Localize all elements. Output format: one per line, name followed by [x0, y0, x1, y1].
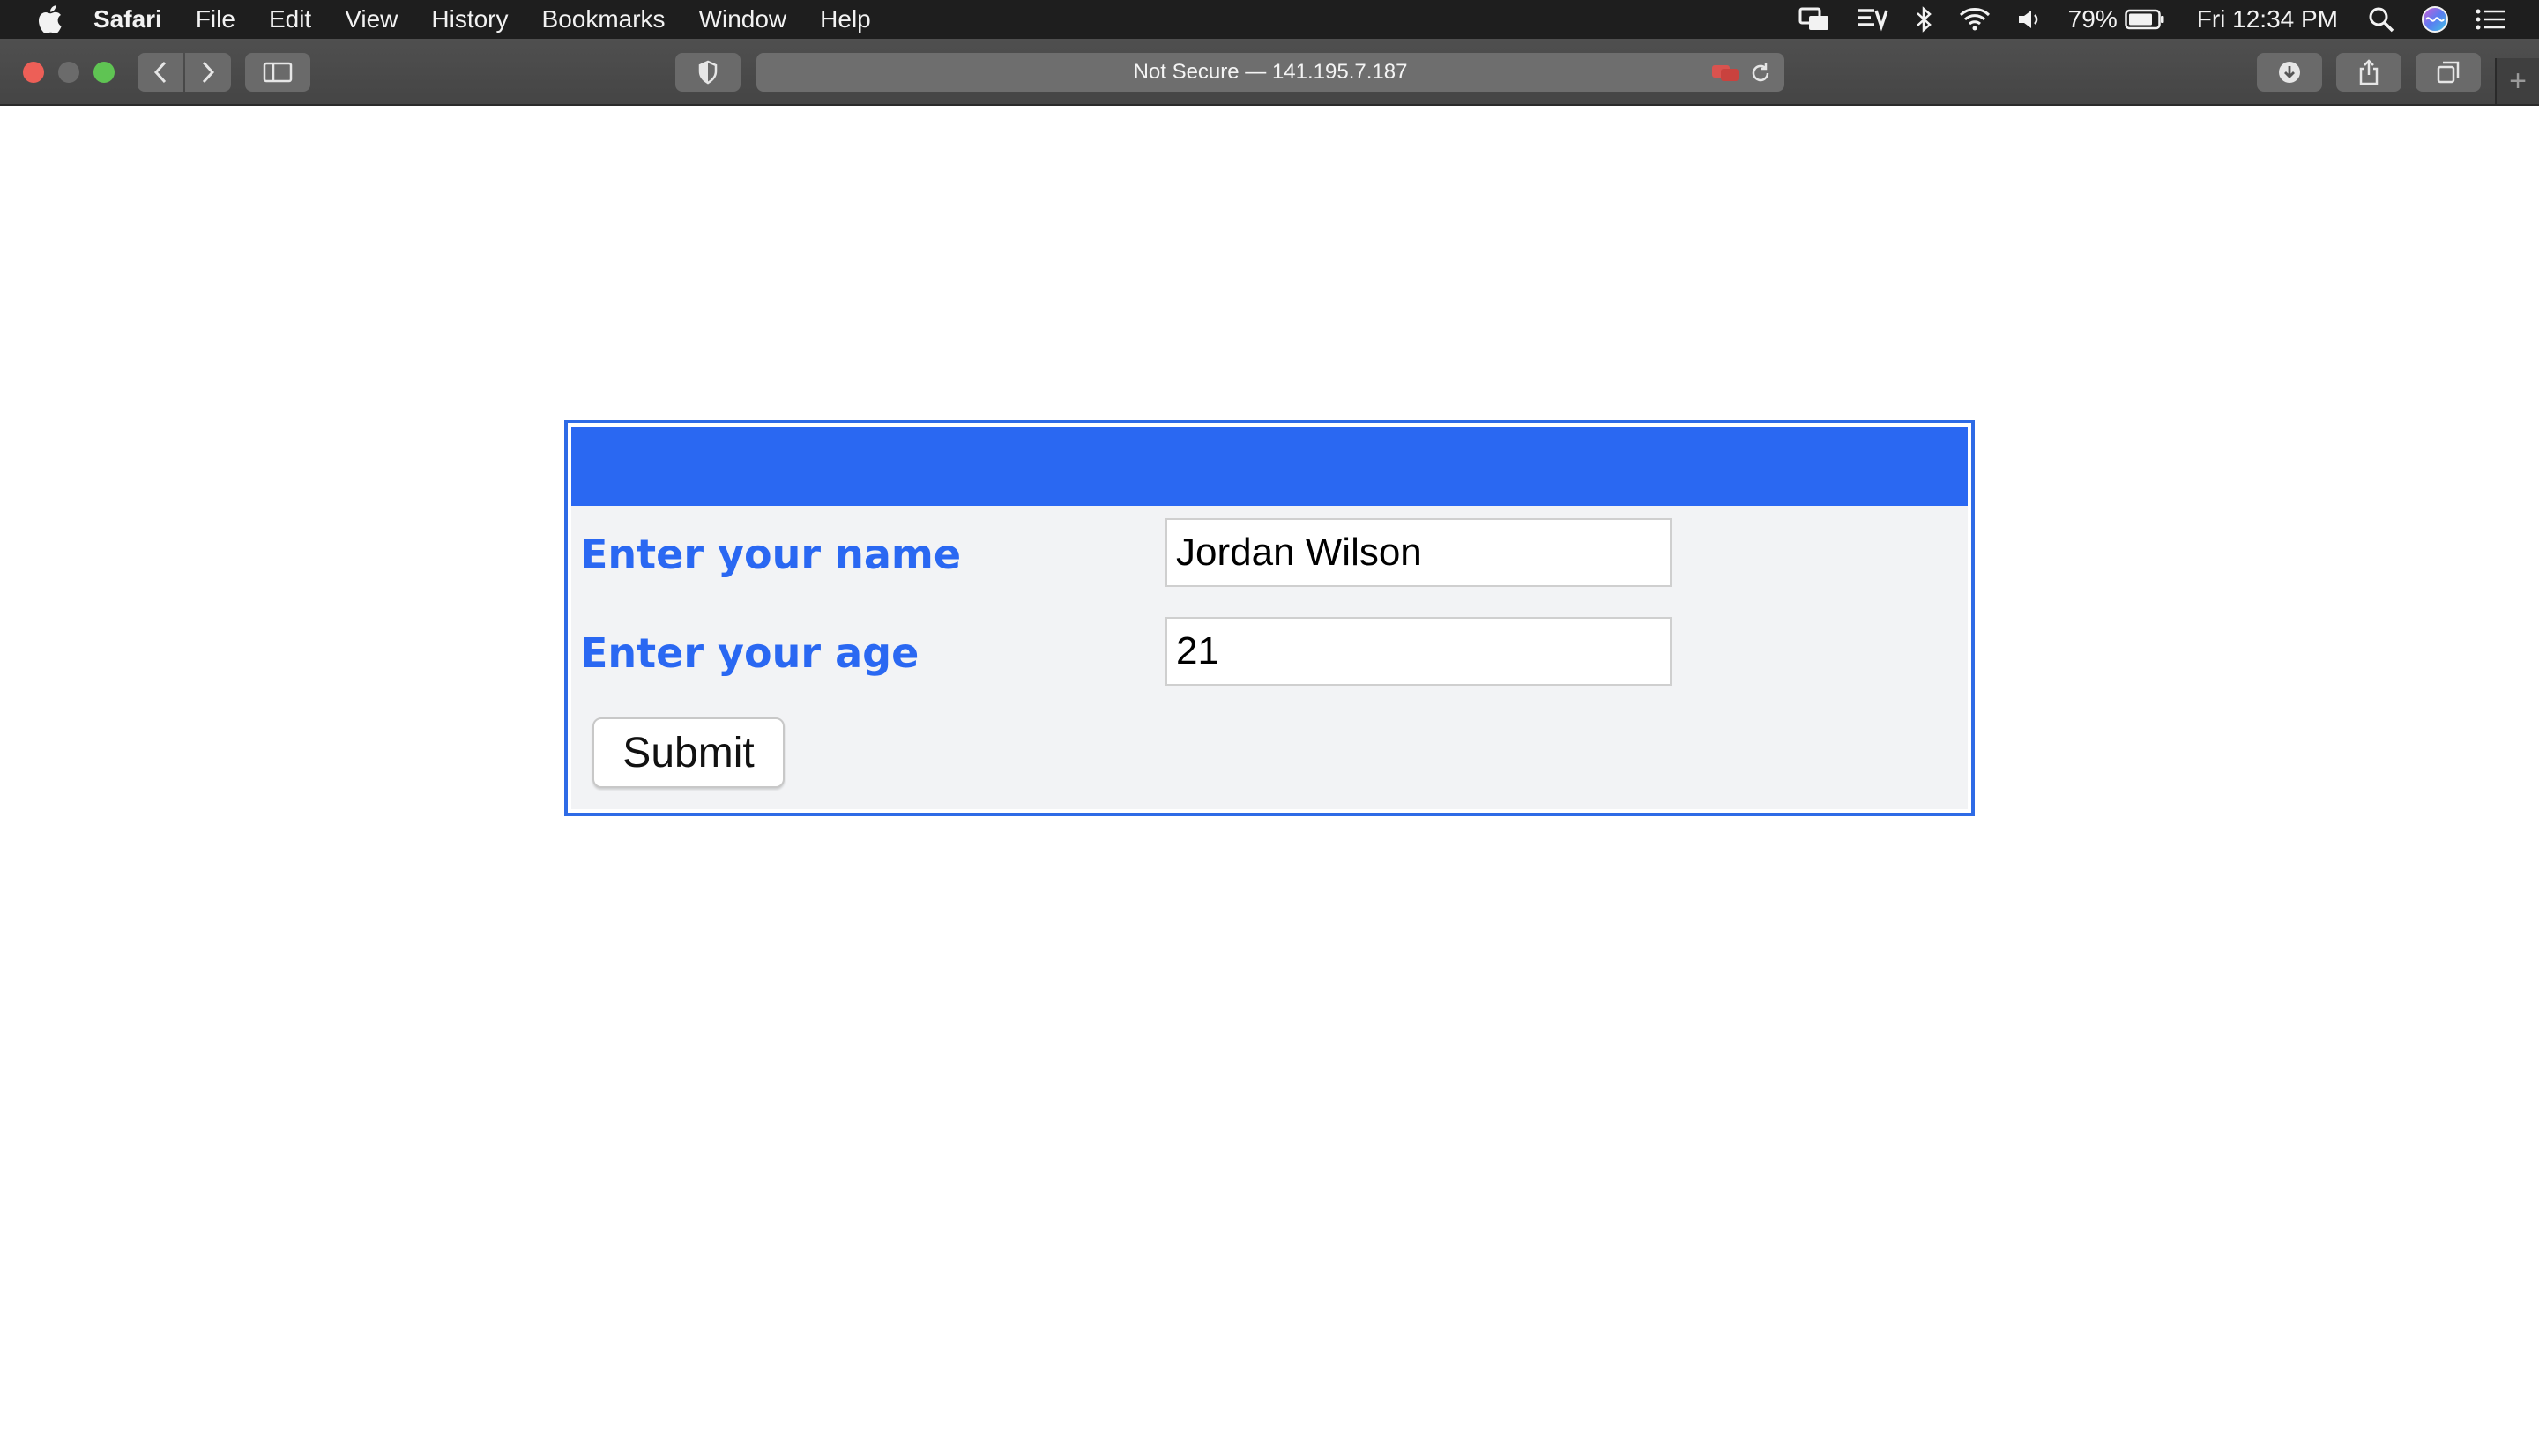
sidebar-toggle-button[interactable]	[245, 53, 310, 92]
menu-bookmarks[interactable]: Bookmarks	[542, 5, 666, 33]
menu-window[interactable]: Window	[699, 5, 787, 33]
new-tab-button[interactable]: +	[2495, 58, 2539, 104]
tab-overview-icon	[2437, 61, 2460, 84]
name-input[interactable]	[1165, 518, 1672, 587]
submit-button[interactable]: Submit	[592, 717, 785, 788]
menu-app-safari[interactable]: Safari	[93, 5, 162, 33]
volume-icon[interactable]	[2017, 8, 2042, 31]
form-body: Enter your name Enter your age Submit	[571, 427, 1968, 809]
notification-center-icon[interactable]	[2476, 8, 2505, 31]
apple-menu-icon[interactable]	[32, 0, 67, 39]
chevron-right-icon	[202, 61, 215, 84]
expressvpn-icon[interactable]	[1857, 7, 1888, 32]
chevron-left-icon	[153, 61, 167, 84]
share-icon	[2359, 59, 2379, 85]
share-button[interactable]	[2336, 53, 2401, 92]
minimize-window-button[interactable]	[58, 62, 79, 83]
battery-percent: 79%	[2067, 5, 2118, 33]
shield-icon	[698, 60, 718, 85]
wifi-icon[interactable]	[1959, 7, 1991, 32]
tab-overview-button[interactable]	[2416, 53, 2481, 92]
menu-help[interactable]: Help	[820, 5, 871, 33]
zoom-window-button[interactable]	[93, 62, 115, 83]
spotlight-search-icon[interactable]	[2368, 6, 2394, 33]
form-container: Enter your name Enter your age Submit	[564, 420, 1975, 816]
screens-icon[interactable]	[1798, 7, 1830, 32]
plus-icon: +	[2509, 63, 2527, 98]
age-label: Enter your age	[580, 629, 920, 677]
address-bar[interactable]: Not Secure — 141.195.7.187	[756, 53, 1784, 92]
privacy-report-button[interactable]	[675, 53, 741, 92]
address-text: Not Secure — 141.195.7.187	[1133, 60, 1408, 84]
form-header-bar	[571, 427, 1968, 506]
reload-icon[interactable]	[1749, 62, 1772, 85]
menu-file[interactable]: File	[196, 5, 235, 33]
browser-toolbar: Not Secure — 141.195.7.187 +	[0, 39, 2539, 106]
sidebar-icon	[263, 62, 293, 83]
age-input[interactable]	[1165, 617, 1672, 686]
forward-button[interactable]	[185, 53, 231, 92]
downloads-button[interactable]	[2257, 53, 2322, 92]
name-label: Enter your name	[580, 531, 962, 578]
back-button[interactable]	[138, 53, 183, 92]
menu-clock[interactable]: Fri 12:34 PM	[2197, 5, 2338, 33]
download-icon	[2279, 62, 2300, 83]
close-window-button[interactable]	[23, 62, 44, 83]
bluetooth-icon[interactable]	[1915, 6, 1932, 33]
menu-bar: Safari File Edit View History Bookmarks …	[0, 0, 2539, 39]
extension-icon[interactable]	[1710, 62, 1740, 83]
menu-edit[interactable]: Edit	[269, 5, 311, 33]
menu-view[interactable]: View	[345, 5, 398, 33]
menu-history[interactable]: History	[431, 5, 508, 33]
siri-icon[interactable]	[2421, 5, 2449, 33]
battery-icon[interactable]	[2124, 9, 2165, 30]
